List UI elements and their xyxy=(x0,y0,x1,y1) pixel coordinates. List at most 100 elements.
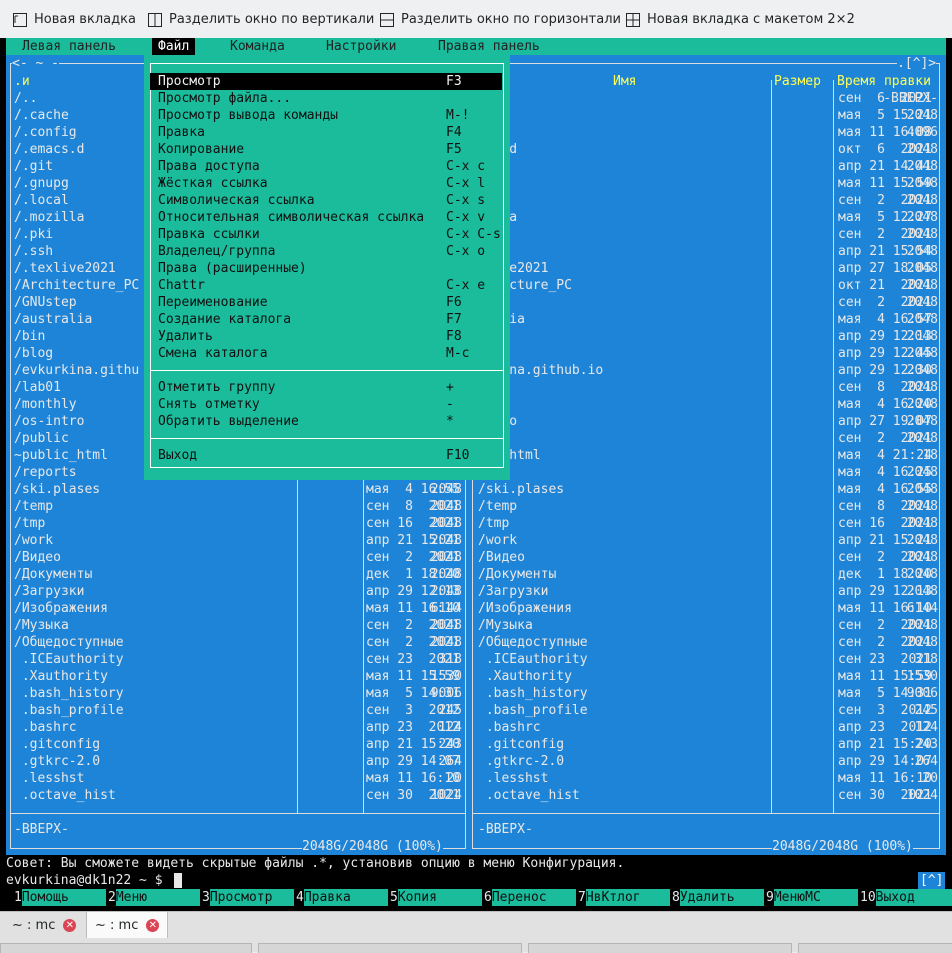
file-row[interactable]: -ВВЕРХ-сен 6 2021 xyxy=(470,90,946,107)
file-row[interactable]: thly2048мая 4 16:20 xyxy=(470,396,946,413)
menu-item[interactable]: Обратить выделение * xyxy=(150,413,502,430)
menu-item[interactable]: Права доступа C-x c xyxy=(150,158,502,175)
tab-mc-2[interactable]: ~ : mc ✕ xyxy=(86,912,169,938)
file-row[interactable]: nfig4096мая 11 16:08 xyxy=(470,124,946,141)
file-row[interactable]: intro2048апр 27 19:07 xyxy=(470,413,946,430)
menu-item[interactable]: Удалить F8 xyxy=(150,328,502,345)
file-row[interactable]: cal2048сен 2 2021 xyxy=(470,192,946,209)
file-row[interactable]: upg2048мая 11 15:59 xyxy=(470,175,946,192)
file-row[interactable]: /temp 2048 сен 8 2021 xyxy=(6,498,470,515)
fkey-button[interactable]: 7НвКтлог xyxy=(578,889,670,906)
file-row[interactable]: .bash_profile 245 сен 3 2012 xyxy=(470,702,946,719)
menu-item[interactable]: Просмотр файла... xyxy=(150,90,502,107)
file-row[interactable]: .bash_profile 245 сен 3 2012 xyxy=(6,702,470,719)
menu-item[interactable]: Символическая ссылка C-x s xyxy=(150,192,502,209)
file-row[interactable]: 2048 апр 29 12:13 xyxy=(470,328,946,345)
new-tab-button[interactable]: Новая вкладка xyxy=(12,10,136,30)
file-row[interactable]: .gtkrc-2.0 264 апр 29 14:07 xyxy=(470,753,946,770)
file-row[interactable]: lic_html18мая 4 21:24 xyxy=(470,447,946,464)
file-row[interactable]: .lesshst 20 мая 11 16:10 xyxy=(6,770,470,787)
file-row[interactable]: orts2048мая 4 16:25 xyxy=(470,464,946,481)
menu-item[interactable]: Снять отметку - xyxy=(150,396,502,413)
menu-item[interactable]: Просмотр вывода команды M-! xyxy=(150,107,502,124)
fkey-button[interactable]: 5Копия xyxy=(390,889,482,906)
file-row[interactable]: /ski.plases 2048 мая 4 16:55 xyxy=(470,481,946,498)
taskbar-button[interactable] xyxy=(798,943,952,953)
menu-item[interactable]: Относительная символическая ссылка C-x v xyxy=(150,209,502,226)
fkey-button[interactable]: 1Помощь xyxy=(14,889,106,906)
menu-item[interactable]: Жёсткая ссылка C-x l xyxy=(150,175,502,192)
file-row[interactable]: .gitconfig 243 апр 21 15:20 xyxy=(6,736,470,753)
file-row[interactable]: .bash_history 9006 мая 5 14:31 xyxy=(470,685,946,702)
file-row[interactable]: xlive2021 2048 апр 27 18:05 xyxy=(470,260,946,277)
fkey-button[interactable]: 6Перенос xyxy=(484,889,576,906)
file-row[interactable]: /Изображения 6144 мая 11 16:10 xyxy=(470,600,946,617)
fkey-button[interactable]: 10Выход xyxy=(860,889,952,906)
tab-mc-1[interactable]: ~ : mc ✕ xyxy=(4,912,84,938)
file-row[interactable]: /Загрузки 2048 апр 29 12:13 xyxy=(470,583,946,600)
file-row[interactable]: che2048мая 5 15:21 xyxy=(470,107,946,124)
shell-prompt[interactable]: evkurkina@dk1n22 ~ $ xyxy=(6,872,163,889)
file-row[interactable]: lic2048сен 2 2021 xyxy=(470,430,946,447)
menu-left-panel[interactable]: Левая панель xyxy=(22,38,116,55)
file-row[interactable]: hitecture_PC 2048 окт 21 2021 xyxy=(470,277,946,294)
split-horizontal-button[interactable]: Разделить окно по горизонтали xyxy=(379,10,621,30)
split-vertical-button[interactable]: Разделить окно по вертикали xyxy=(147,10,374,30)
file-row[interactable]: /Видео 2048 сен 2 2021 xyxy=(470,549,946,566)
fkey-button[interactable]: 2Меню xyxy=(108,889,200,906)
menu-item[interactable]: Выход F10 xyxy=(150,447,502,464)
file-row[interactable]: .ICEauthority 318 сен 23 2021 xyxy=(6,651,470,668)
file-row[interactable]: /work 2048 апр 21 15:21 xyxy=(6,532,470,549)
menu-item[interactable]: Правка ссылки C-x C-s xyxy=(150,226,502,243)
file-row[interactable]: .octave_hist 1024 сен 30 2021 xyxy=(470,787,946,804)
menu-item[interactable]: Просмотр F3 xyxy=(150,73,502,90)
menu-item[interactable]: Права (расширенные) xyxy=(150,260,502,277)
file-row[interactable]: h2048апр 21 15:54 xyxy=(470,243,946,260)
menu-settings[interactable]: Настройки xyxy=(326,38,396,55)
file-row[interactable]: .bash_history 9006 мая 5 14:31 xyxy=(6,685,470,702)
file-row[interactable]: /Музыка 2048 сен 2 2021 xyxy=(6,617,470,634)
file-row[interactable]: step2048сен 2 2021 xyxy=(470,294,946,311)
menu-file[interactable]: Файл xyxy=(152,38,196,55)
file-row[interactable]: /Документы 2048 дек 1 18:20 xyxy=(6,566,470,583)
file-row[interactable]: .bashrc 124 апр 23 2012 xyxy=(470,719,946,736)
file-row[interactable]: /Общедоступные 2048 сен 2 2021 xyxy=(470,634,946,651)
file-row[interactable]: /temp 2048 сен 8 2021 xyxy=(470,498,946,515)
file-row[interactable]: .Xauthority 1530 мая 11 15:59 xyxy=(6,668,470,685)
file-row[interactable]: /tmp 2048 сен 16 2021 xyxy=(470,515,946,532)
file-row[interactable]: /Загрузки 2048 апр 29 12:13 xyxy=(6,583,470,600)
new-tab-layout-button[interactable]: Новая вкладка с макетом 2×2 xyxy=(625,10,855,30)
menu-item[interactable]: Владелец/группа C-x o xyxy=(150,243,502,260)
fkey-button[interactable]: 9МенюMC xyxy=(766,889,858,906)
fkey-button[interactable]: 3Просмотр xyxy=(202,889,294,906)
fkey-button[interactable]: 4Правка xyxy=(296,889,388,906)
taskbar-button[interactable] xyxy=(258,943,522,953)
file-row[interactable]: tralia2048мая 4 16:57 xyxy=(470,311,946,328)
menu-item[interactable]: Создание каталога F7 xyxy=(150,311,502,328)
menu-item[interactable]: Правка F4 xyxy=(150,124,502,141)
file-row[interactable]: .ICEauthority 318 сен 23 2021 xyxy=(470,651,946,668)
menu-item[interactable]: Смена каталога M-c xyxy=(150,345,502,362)
menu-item[interactable]: Отметить группу + xyxy=(150,379,502,396)
file-row[interactable]: urkina.github.io 2048 апр 29 12:30 xyxy=(470,362,946,379)
fkey-button[interactable]: 8Удалить xyxy=(672,889,764,906)
close-icon[interactable]: ✕ xyxy=(63,918,77,932)
file-row[interactable]: /Документы 2048 дек 1 18:20 xyxy=(470,566,946,583)
close-icon[interactable]: ✕ xyxy=(146,918,160,932)
file-row[interactable]: .lesshst 20 мая 11 16:10 xyxy=(470,770,946,787)
file-row[interactable]: acs.d2048окт 6 2021 xyxy=(470,141,946,158)
file-row[interactable]: g2048апр 29 12:45 xyxy=(470,345,946,362)
menu-item[interactable]: Копирование F5 xyxy=(150,141,502,158)
file-row[interactable]: /Изображения 6144 мая 11 16:10 xyxy=(6,600,470,617)
file-row[interactable]: /Музыка 2048 сен 2 2021 xyxy=(470,617,946,634)
menu-item[interactable]: Chattr C-x e xyxy=(150,277,502,294)
file-row[interactable]: i2048сен 2 2021 xyxy=(470,226,946,243)
file-row[interactable]: /Общедоступные 2048 сен 2 2021 xyxy=(6,634,470,651)
taskbar-button[interactable] xyxy=(0,943,252,953)
file-row[interactable]: t2048апр 21 14:41 xyxy=(470,158,946,175)
file-row[interactable]: .Xauthority 1530 мая 11 15:59 xyxy=(470,668,946,685)
right-panel[interactable]: .[^]> Имя Размер Время правки -ВВЕРХ-сен… xyxy=(470,55,946,855)
file-row[interactable]: .octave_hist 1024 сен 30 2021 xyxy=(6,787,470,804)
file-row[interactable]: /work 2048 апр 21 15:21 xyxy=(470,532,946,549)
file-row[interactable]: .gitconfig 243 апр 21 15:20 xyxy=(470,736,946,753)
